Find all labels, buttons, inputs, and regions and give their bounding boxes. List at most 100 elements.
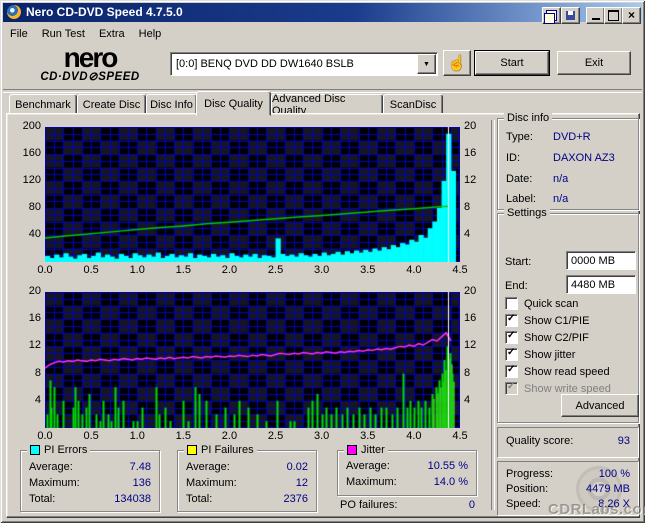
axis-tick-label: 120 (22, 174, 41, 186)
report-button[interactable] (542, 7, 561, 24)
axis-tick-label: 1.0 (129, 430, 145, 442)
checkbox-box (505, 313, 518, 327)
menu-help[interactable]: Help (132, 25, 169, 43)
menu-bar: File Run Test Extra Help (3, 23, 642, 44)
axis-tick-label: 4.0 (406, 264, 422, 276)
axis-tick-label: 2.0 (221, 430, 238, 442)
axis-tick-label: 3.5 (360, 430, 376, 442)
minimize-icon (591, 18, 600, 20)
nero-logo-text: nero (63, 42, 119, 73)
checkbox-show-c1-pie[interactable]: Show C1/PIE (505, 313, 589, 327)
save-button[interactable] (561, 7, 580, 24)
axis-tick-label: 3.0 (314, 430, 330, 442)
stat-row: Total: 2376 (186, 493, 308, 505)
hand-icon: ☝ (447, 54, 467, 72)
axis-tick-label: 4 (34, 393, 41, 406)
axis-tick-label: 1.0 (129, 264, 145, 276)
stat-row: Maximum: 12 (186, 477, 308, 489)
progress-value: 100 % (598, 468, 630, 480)
settings-title: Settings (504, 207, 550, 219)
axis-tick-label: 80 (28, 201, 41, 213)
menu-file[interactable]: File (3, 25, 35, 43)
jitter-group: Jitter Average: 10.55 % Maximum: 14.0 % (337, 444, 477, 496)
stat-row: Average: 10.55 % (346, 460, 468, 472)
menu-run-test[interactable]: Run Test (35, 25, 92, 43)
quality-score-panel: Quality score: 93 (497, 427, 639, 458)
disc-info-row: Label: n/a (506, 193, 569, 205)
checkbox-box (505, 297, 518, 310)
axis-tick-label: 20 (28, 285, 41, 297)
report-icon (544, 10, 557, 24)
pi-errors-chart (45, 127, 460, 262)
disc-info-group: Disc info Type: DVD+R ID: DAXON AZ3 Date: n… (497, 112, 639, 210)
axis-tick-label: 2.5 (267, 264, 284, 276)
axis-tick-label: 8 (464, 366, 471, 379)
pi-errors-swatch (30, 445, 40, 455)
panel-divider (491, 120, 495, 510)
axis-tick-label: 12 (28, 339, 41, 352)
start-button[interactable]: Start (475, 51, 549, 75)
axis-tick-label: 3.0 (314, 264, 330, 276)
stat-row: Average: 0.02 (186, 461, 308, 473)
axis-tick-label: 4 (464, 393, 471, 406)
disc-info-row: Type: DVD+R (506, 131, 591, 143)
axis-tick-label: 1.5 (175, 264, 191, 276)
axis-tick-label: 160 (22, 147, 41, 159)
title-bar[interactable]: Nero CD-DVD Speed 4.7.5.0 × (3, 3, 642, 24)
advanced-button[interactable]: Advanced (561, 394, 639, 417)
quality-score-value: 93 (617, 435, 630, 447)
speed-label: Speed: (506, 498, 541, 510)
progress-label: Progress: (506, 468, 554, 480)
pi-errors-title: PI Errors (44, 444, 88, 456)
axis-tick-label: 8 (34, 366, 41, 379)
exit-button[interactable]: Exit (557, 51, 631, 75)
eject-button[interactable]: ☝ (443, 50, 471, 76)
maximize-button[interactable] (604, 7, 623, 24)
axis-tick-label: 0.5 (83, 430, 99, 442)
nero-logo: nero CD·DVD⊘SPEED (24, 42, 156, 86)
axis-tick-label: 16 (464, 312, 477, 325)
drive-select-value: [0:0] BENQ DVD DD DW1640 BSLB (176, 58, 354, 70)
drive-select[interactable]: [0:0] BENQ DVD DD DW1640 BSLB ▼ (170, 52, 438, 76)
pi-errors-group: PI Errors Average: 7.48 Maximum: 136 Total… (20, 444, 160, 512)
axis-tick-label: 4.0 (406, 430, 422, 442)
disc-info-row: ID: DAXON AZ3 (506, 152, 615, 164)
checkbox-quick-scan[interactable]: Quick scan (505, 297, 578, 310)
checkbox-box (505, 364, 518, 378)
checkbox-show-read-speed[interactable]: Show read speed (505, 364, 610, 378)
po-failures-label: PO failures: (340, 499, 398, 511)
close-button[interactable]: × (622, 7, 641, 24)
end-position-label: End: (505, 280, 528, 292)
disc-info-title: Disc info (504, 112, 553, 124)
pi-failures-title: PI Failures (201, 444, 254, 456)
nero-logo-subtext: CD·DVD⊘SPEED (40, 71, 140, 83)
menu-extra[interactable]: Extra (92, 25, 132, 43)
save-icon (566, 11, 575, 20)
axis-tick-label: 3.5 (360, 264, 376, 276)
site-watermark: CDRLabs.com (548, 501, 645, 518)
axis-tick-label: 0.5 (83, 264, 99, 276)
app-window: Nero CD-DVD Speed 4.7.5.0 × File Run Tes… (0, 0, 645, 523)
tab-disc-quality[interactable]: Disc Quality (196, 91, 271, 116)
axis-tick-label: 16 (464, 147, 477, 159)
axis-tick-label: 20 (464, 120, 477, 132)
chevron-down-icon: ▼ (423, 60, 430, 68)
position-value: 4479 MB (585, 483, 630, 495)
axis-tick-label: 4.5 (452, 430, 468, 442)
pif-jitter-chart (45, 292, 460, 428)
axis-tick-label: 8 (464, 201, 471, 213)
checkbox-show-c2-pif[interactable]: Show C2/PIF (505, 330, 589, 344)
stat-row: Average: 7.48 (29, 461, 151, 473)
start-position-field[interactable] (566, 251, 636, 270)
end-position-field[interactable] (566, 275, 636, 294)
axis-tick-label: 0.0 (37, 264, 53, 276)
drive-select-arrow[interactable]: ▼ (417, 54, 436, 74)
jitter-title: Jitter (361, 444, 385, 456)
disc-icon: ⊘ (88, 71, 99, 83)
checkbox-show-jitter[interactable]: Show jitter (505, 347, 575, 361)
axis-tick-label: 4 (464, 228, 471, 240)
jitter-swatch (347, 445, 357, 455)
start-position-label: Start: (505, 256, 532, 268)
checkbox-box (505, 381, 518, 395)
minimize-button[interactable] (586, 7, 605, 24)
